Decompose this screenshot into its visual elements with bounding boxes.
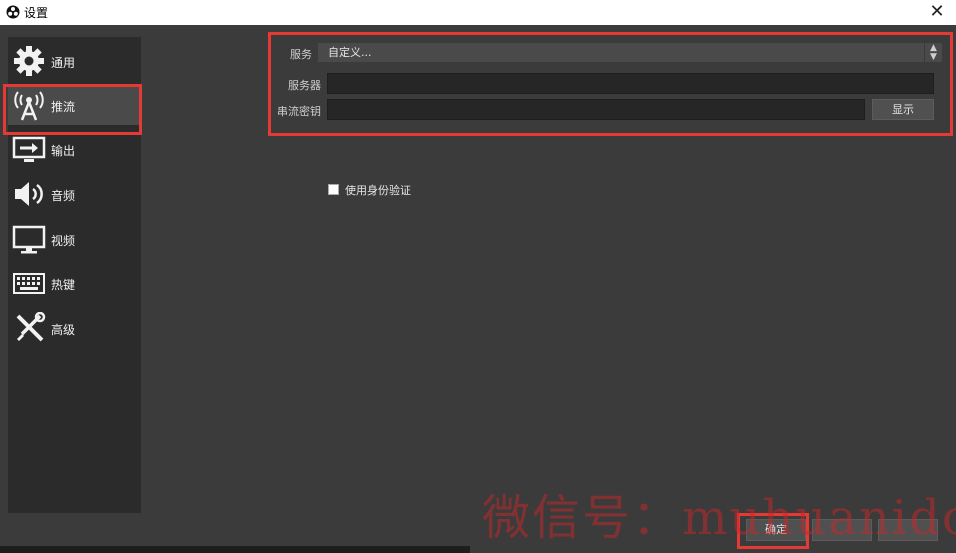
speaker-icon — [15, 182, 43, 206]
server-label: 服务器 — [288, 79, 321, 92]
output-monitor-icon — [12, 136, 46, 162]
sidebar-item-label: 高级 — [51, 323, 76, 337]
keyboard-icon — [13, 273, 45, 294]
server-field[interactable] — [327, 73, 934, 94]
title-bar: 设置 ✕ — [0, 0, 956, 25]
sidebar-item-advanced[interactable]: 高级 — [8, 308, 141, 348]
monitor-icon — [12, 225, 46, 254]
service-select-value: 自定义... — [328, 46, 372, 59]
show-key-button[interactable]: 显示 — [872, 99, 934, 120]
service-label: 服务 — [290, 48, 312, 61]
sidebar-item-general[interactable]: 通用 — [8, 41, 141, 81]
auth-checkbox-label: 使用身份验证 — [345, 184, 411, 197]
sidebar-item-audio[interactable]: 音频 — [8, 174, 141, 214]
sidebar-item-hotkeys[interactable]: 热键 — [8, 263, 141, 303]
apply-button[interactable] — [878, 519, 938, 541]
stream-key-label: 串流密钥 — [277, 105, 321, 118]
sidebar-item-output[interactable]: 输出 — [8, 129, 141, 169]
tools-icon — [16, 312, 46, 342]
sidebar-item-label: 推流 — [51, 100, 76, 114]
stream-key-field[interactable] — [327, 99, 865, 120]
broadcast-antenna-icon — [14, 91, 44, 121]
sidebar-item-stream[interactable]: 推流 — [8, 85, 141, 125]
service-select[interactable]: 自定义... ▲ ▼ — [318, 43, 942, 62]
sidebar-item-label: 热键 — [51, 278, 76, 292]
sidebar-item-label: 视频 — [51, 234, 76, 248]
close-icon[interactable]: ✕ — [926, 1, 948, 23]
sidebar-item-label: 通用 — [51, 56, 76, 70]
cancel-button[interactable] — [812, 519, 872, 541]
window-title: 设置 — [24, 6, 49, 20]
settings-sidebar: 通用 推流 输出 音频 视频 热键 高级 — [8, 37, 141, 513]
auth-checkbox[interactable] — [328, 184, 339, 195]
up-down-arrows-icon: ▲ ▼ — [924, 43, 942, 62]
sidebar-item-label: 音频 — [51, 189, 76, 203]
obs-logo-icon — [6, 5, 20, 19]
gear-icon — [14, 46, 44, 76]
ok-button[interactable]: 确定 — [746, 519, 806, 541]
background-strip — [0, 546, 470, 553]
sidebar-item-label: 输出 — [51, 144, 76, 158]
sidebar-item-video[interactable]: 视频 — [8, 219, 141, 259]
